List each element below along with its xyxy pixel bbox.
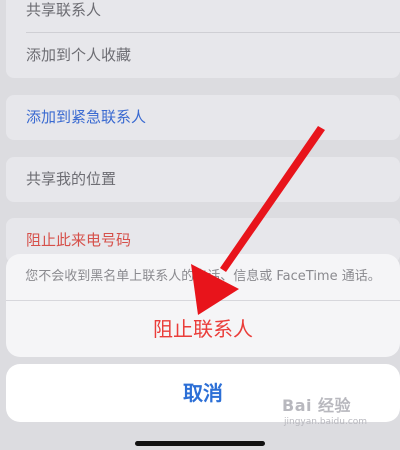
contact-detail-screen: 共享联系人 添加到个人收藏 添加到紧急联系人 共享我的位置 阻止此来电号码 您不… [0,0,400,450]
watermark-url: jingyan.baidu.com [284,417,368,427]
watermark-brand: Bai 经验 [282,396,352,415]
home-indicator [135,441,265,446]
emergency-contact-group: 添加到紧急联系人 [6,95,400,140]
add-to-emergency-contacts-row[interactable]: 添加到紧急联系人 [6,95,400,140]
add-to-favorites-row[interactable]: 添加到个人收藏 [6,33,400,78]
block-action-sheet: 您不会收到黑名单上联系人的电话、信息或 FaceTime 通话。 阻止联系人 [6,254,400,357]
share-location-group: 共享我的位置 [6,157,400,202]
contact-actions-group: 共享联系人 添加到个人收藏 [6,0,400,78]
block-contact-button[interactable]: 阻止联系人 [6,301,400,357]
action-sheet-message: 您不会收到黑名单上联系人的电话、信息或 FaceTime 通话。 [6,254,400,301]
share-contact-row[interactable]: 共享联系人 [6,0,400,33]
baidu-jingyan-watermark: Bai 经验 jingyan.baidu.com [282,398,367,427]
share-my-location-row[interactable]: 共享我的位置 [6,157,400,202]
